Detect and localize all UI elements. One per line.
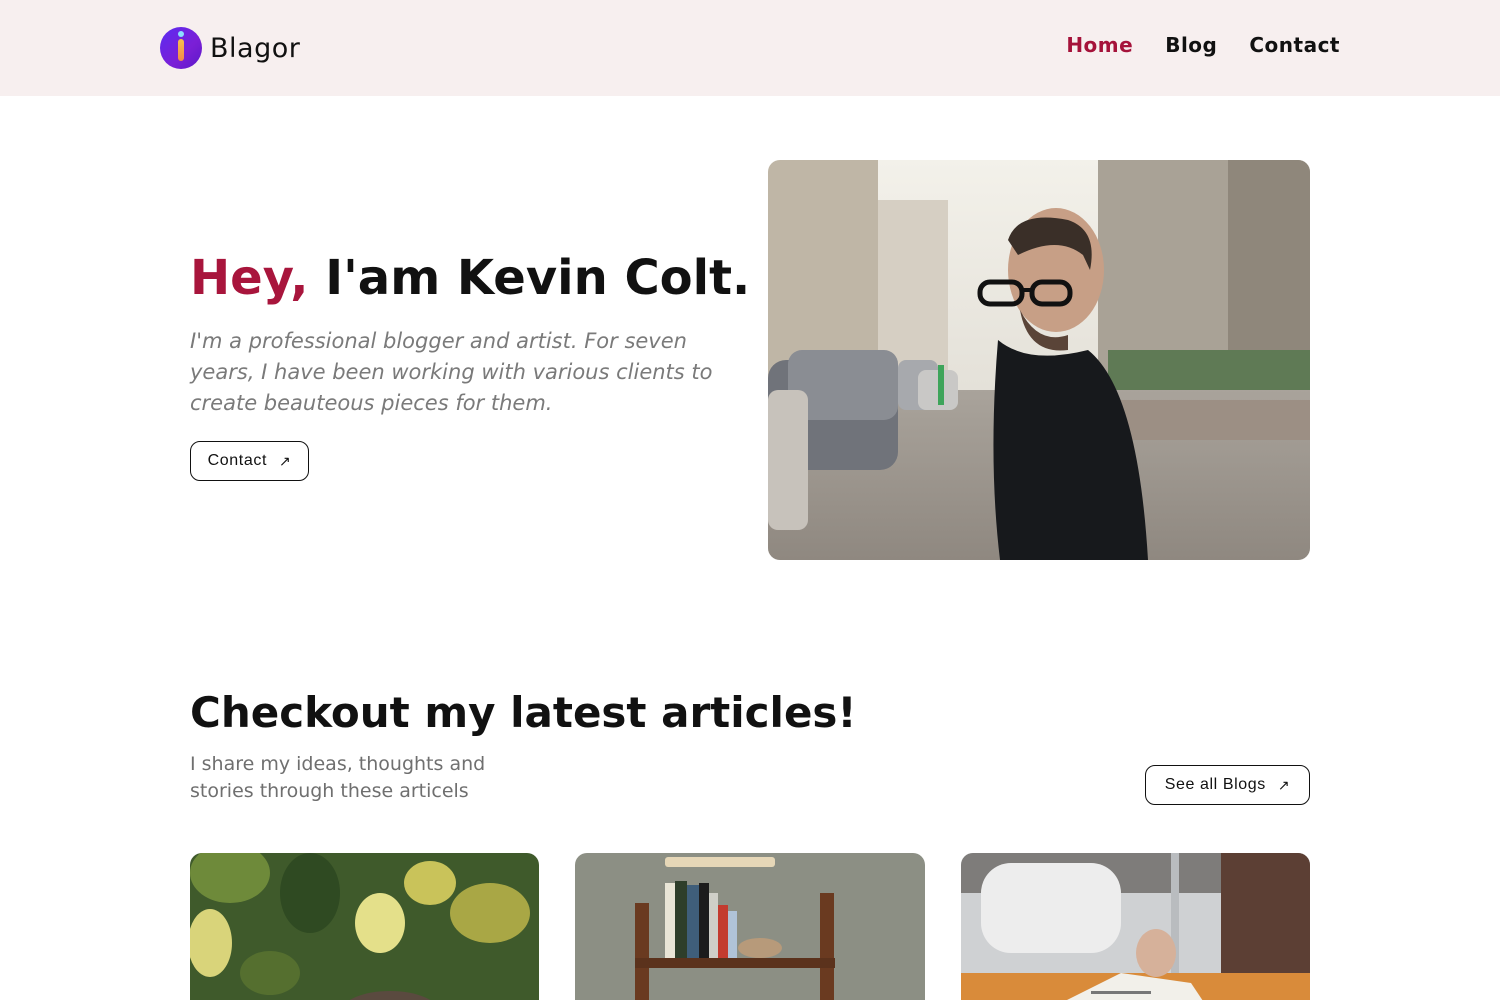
brand-logo[interactable]: Blagor xyxy=(160,27,300,69)
articles-subtitle: I share my ideas, thoughts and stories t… xyxy=(190,753,486,802)
hero-greeting: Hey, xyxy=(190,250,309,306)
contact-button-label: Contact xyxy=(207,452,267,469)
hero-title: Hey, I'am Kevin Colt. xyxy=(190,250,750,306)
article-card-image[interactable] xyxy=(190,853,539,1000)
article-card-image[interactable] xyxy=(575,853,925,1000)
arrow-up-right-icon: ↗ xyxy=(1277,776,1291,793)
nav-item-blog[interactable]: Blog xyxy=(1165,33,1217,57)
see-all-blogs-button[interactable]: See all Blogs ↗ xyxy=(1145,765,1310,805)
nav-item-contact[interactable]: Contact xyxy=(1249,33,1340,57)
arrow-up-right-icon: ↗ xyxy=(279,452,292,469)
logo-i-icon xyxy=(160,27,202,69)
main-nav: Home Blog Contact xyxy=(1066,33,1340,57)
site-header: Blagor Home Blog Contact xyxy=(0,0,1500,96)
hero-photo xyxy=(768,160,1310,560)
nav-item-home[interactable]: Home xyxy=(1066,33,1133,57)
contact-button[interactable]: Contact ↗ xyxy=(190,441,309,481)
hero-name: I'am Kevin Colt. xyxy=(308,250,751,306)
hero-subtitle: I'm a professional blogger and artist. F… xyxy=(190,329,713,415)
articles-title: Checkout my latest articles! xyxy=(190,688,857,737)
brand-name: Blagor xyxy=(210,32,301,64)
see-all-blogs-label: See all Blogs xyxy=(1164,776,1266,793)
article-card-image[interactable] xyxy=(961,853,1310,1000)
